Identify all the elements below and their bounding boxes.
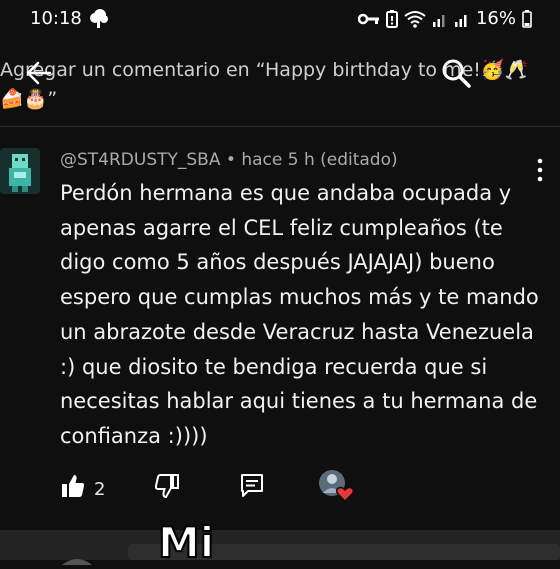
battery-percent: 16%	[475, 8, 516, 29]
bottom-bar	[0, 530, 560, 565]
comment-meta: @ST4RDUSTY_SBA • hace 5 h (editado)	[60, 150, 398, 170]
like-count: 2	[94, 479, 106, 500]
like-icon[interactable]	[60, 473, 86, 503]
comment-item: @ST4RDUSTY_SBA • hace 5 h (editado) Perd…	[0, 128, 560, 528]
reply-icon[interactable]	[240, 473, 264, 503]
battery-alert-icon	[385, 9, 398, 28]
dislike-icon[interactable]	[154, 473, 180, 503]
cloud-icon	[88, 9, 110, 33]
comment-author[interactable]: @ST4RDUSTY_SBA	[60, 150, 220, 170]
signal-icon-2	[454, 11, 470, 27]
status-time: 10:18	[30, 8, 82, 29]
comment-actions: 2	[60, 470, 380, 507]
comment-time: • hace 5 h (editado)	[220, 150, 398, 170]
comment-header: Agregar un comentario en “Happy birthday…	[0, 40, 560, 127]
search-icon[interactable]	[440, 57, 472, 89]
wifi-icon	[404, 10, 426, 28]
key-icon	[357, 12, 380, 26]
signal-icon-1	[432, 11, 448, 27]
status-bar: 10:18 16%	[0, 0, 560, 40]
battery-icon	[522, 9, 532, 28]
avatar[interactable]	[0, 148, 40, 194]
back-arrow-icon[interactable]	[24, 58, 54, 88]
creator-heart-icon	[318, 469, 356, 507]
comment-text: Perdón hermana es que andaba ocupada y a…	[60, 181, 539, 448]
video-caption: Mi	[157, 518, 215, 567]
